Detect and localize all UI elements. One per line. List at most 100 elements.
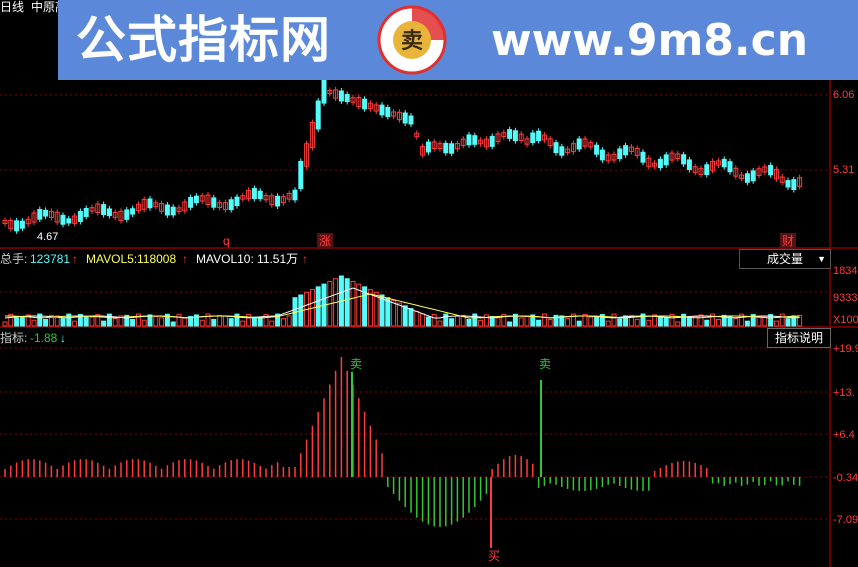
volume-bar (408, 308, 414, 327)
volume-bar (286, 315, 292, 327)
price-candle (449, 143, 455, 154)
price-candle (443, 142, 449, 154)
banner-title: 公式指标网 (76, 11, 331, 69)
price-candle (321, 76, 327, 104)
volume-panel-selector[interactable]: 成交量 ▼ (739, 249, 831, 269)
price-candle (559, 146, 565, 156)
price-candle (298, 160, 304, 190)
volume-panel-label: 成交量 (766, 252, 803, 266)
volume-bar (518, 317, 524, 327)
price-candle (681, 154, 687, 165)
mavol10-label: MAVOL10: (196, 252, 254, 266)
price-candle (576, 138, 582, 150)
price-candle (43, 209, 49, 217)
price-candle (362, 98, 368, 110)
chart-canvas[interactable] (0, 0, 858, 567)
price-candle (599, 149, 605, 161)
volume-bar (112, 318, 118, 327)
sell-signal-2: 卖 (539, 357, 552, 371)
price-candle (60, 214, 66, 225)
price-candle (512, 130, 518, 142)
price-candle (344, 93, 350, 103)
volume-bar (797, 314, 803, 327)
marker-cai: 财 (780, 233, 797, 249)
price-candle (640, 151, 646, 163)
price-candle (617, 148, 623, 160)
volume-bar (170, 321, 176, 327)
price-candle (14, 220, 20, 232)
volume-bar (605, 320, 611, 327)
volume-bar (466, 318, 472, 327)
volume-bar (211, 318, 217, 327)
banner-logo: 卖 (377, 5, 447, 75)
price-candle (657, 158, 663, 169)
volume-bar (414, 310, 420, 327)
banner-url: www.9m8.cn (491, 15, 809, 66)
volume-bar (744, 320, 750, 327)
watermark-banner: 公式指标网 卖 www.9m8.cn (58, 0, 858, 80)
volume-bar (240, 320, 246, 327)
volume-bar (246, 314, 252, 327)
price-candle (101, 204, 107, 216)
volume-bar (675, 321, 681, 327)
volume-axis-mid: 9333 (833, 292, 858, 304)
indicator-axis-4: -0.34 (833, 472, 858, 484)
indicator-axis-3: +6.4 (833, 429, 855, 441)
price-candle (402, 112, 408, 124)
volume-bar (228, 318, 234, 327)
price-candle (338, 90, 344, 102)
volume-bar (698, 314, 704, 327)
price-candle (686, 159, 692, 171)
volume-bar (594, 316, 600, 327)
price-candle (553, 142, 559, 154)
volume-bar (611, 313, 617, 327)
volume-label: 总手: (0, 252, 28, 266)
price-candle (530, 132, 536, 143)
volume-bar (617, 318, 623, 327)
price-candle (275, 195, 281, 207)
volume-bar (2, 321, 8, 327)
volume-axis-top: 1834 (833, 265, 858, 277)
volume-bar (715, 318, 721, 327)
volume-bar (83, 316, 89, 327)
price-candle (315, 100, 321, 130)
volume-bar (182, 317, 188, 327)
volume-bar (130, 318, 136, 327)
volume-bar (454, 315, 460, 327)
volume-bar (779, 313, 785, 327)
volume-bar (425, 316, 431, 327)
price-candle (704, 164, 710, 176)
volume-bar (420, 313, 426, 327)
volume-bar (141, 319, 147, 327)
indicator-axis-1: +19.9 (833, 343, 858, 355)
price-candle (623, 145, 629, 156)
indicator-down-arrow: ↓ (60, 331, 66, 345)
buy-signal: 买 (488, 549, 501, 563)
volume-bar (385, 297, 391, 327)
volume-bar (681, 313, 687, 327)
price-candle (536, 130, 542, 141)
price-candle (507, 129, 513, 139)
price-candle (193, 195, 199, 204)
price-candle (408, 115, 414, 125)
volume-bar (686, 317, 692, 327)
price-axis-mid: 5.31 (833, 164, 855, 176)
price-candle (124, 209, 130, 220)
price-candle (234, 196, 240, 207)
indicator-axis-5: -7.09 (833, 514, 858, 526)
volume-bar (251, 316, 257, 327)
price-candle (791, 179, 797, 191)
volume-bar (217, 314, 223, 327)
price-candle (130, 208, 136, 215)
volume-bar (733, 318, 739, 327)
chart-stage[interactable] (0, 0, 858, 567)
price-axis-top: 6.06 (833, 89, 855, 101)
price-candle (744, 173, 750, 183)
volume-bar (159, 317, 165, 327)
volume-bar (222, 315, 228, 327)
mavol5-value: 118008 (137, 252, 177, 266)
indicator-explain-button[interactable]: 指标说明 (767, 328, 831, 348)
price-candle (472, 135, 478, 145)
dropdown-arrow-icon: ▼ (817, 254, 826, 264)
volume-bar (280, 318, 286, 327)
